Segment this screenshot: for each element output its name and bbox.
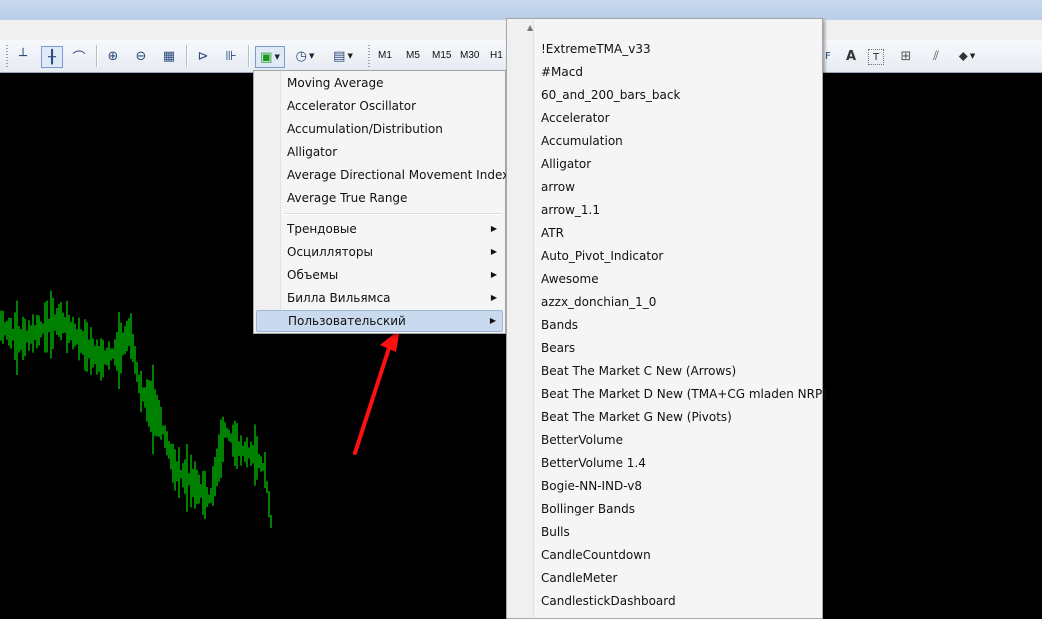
- menu-item-accumulation-distribution[interactable]: Accumulation/Distribution: [256, 118, 503, 140]
- menu-item-moving-average[interactable]: Moving Average: [256, 72, 503, 94]
- submenu-arrow-icon: ▶: [490, 247, 497, 256]
- menu-group-label: Осцилляторы: [287, 245, 373, 259]
- custom-indicator-item[interactable]: Beat The Market G New (Pivots): [509, 406, 820, 429]
- custom-indicator-item[interactable]: Beat The Market C New (Arrows): [509, 360, 820, 383]
- custom-indicator-item[interactable]: Bollinger Bands: [509, 498, 820, 521]
- custom-indicator-item[interactable]: CandleMeter: [509, 567, 820, 590]
- indicators-menu: Moving Average Accelerator Oscillator Ac…: [253, 70, 509, 334]
- submenu-arrow-icon: ▶: [489, 316, 496, 325]
- custom-indicator-item[interactable]: Auto_Pivot_Indicator: [509, 245, 820, 268]
- custom-indicator-item[interactable]: BetterVolume 1.4: [509, 452, 820, 475]
- custom-indicator-item[interactable]: arrow_1.1: [509, 199, 820, 222]
- custom-indicator-item[interactable]: !ExtremeTMA_v33: [509, 38, 820, 61]
- custom-indicator-item[interactable]: Accelerator: [509, 107, 820, 130]
- menu-group-oscillators[interactable]: Осцилляторы ▶: [256, 241, 503, 263]
- menu-item-accelerator-oscillator[interactable]: Accelerator Oscillator: [256, 95, 503, 117]
- custom-indicator-item[interactable]: #Macd: [509, 61, 820, 84]
- submenu-arrow-icon: ▶: [490, 270, 497, 279]
- custom-indicator-item[interactable]: 60_and_200_bars_back: [509, 84, 820, 107]
- custom-indicator-item[interactable]: Awesome: [509, 268, 820, 291]
- submenu-arrow-icon: ▶: [490, 293, 497, 302]
- custom-indicators-menu: ▲ !ExtremeTMA_v33 #Macd 60_and_200_bars_ba…: [506, 18, 827, 619]
- custom-indicator-item[interactable]: BetterVolume: [509, 429, 820, 452]
- custom-indicator-item[interactable]: Alligator: [509, 153, 820, 176]
- custom-indicator-item[interactable]: Bands: [509, 314, 820, 337]
- menu-separator: [284, 213, 502, 215]
- custom-indicator-item[interactable]: Accumulation: [509, 130, 820, 153]
- scroll-up-icon[interactable]: ▲: [507, 19, 822, 35]
- custom-indicator-item[interactable]: ATR: [509, 222, 820, 245]
- menu-group-label: Объемы: [287, 268, 339, 282]
- custom-indicator-item[interactable]: Bears: [509, 337, 820, 360]
- custom-indicator-item[interactable]: Bulls: [509, 521, 820, 544]
- menu-group-custom[interactable]: Пользовательский ▶: [256, 310, 503, 332]
- menu-group-label: Трендовые: [287, 222, 357, 236]
- menu-item-adx[interactable]: Average Directional Movement Index: [256, 164, 509, 186]
- custom-indicator-item[interactable]: Bogie-NN-IND-v8: [509, 475, 820, 498]
- menu-item-atr[interactable]: Average True Range: [256, 187, 503, 209]
- custom-indicator-item[interactable]: arrow: [509, 176, 820, 199]
- menu-group-bill-williams[interactable]: Билла Вильямса ▶: [256, 287, 503, 309]
- menu-group-label: Пользовательский: [288, 314, 406, 328]
- custom-indicator-item[interactable]: Beat The Market D New (TMA+CG mladen NRP…: [509, 383, 827, 406]
- custom-indicator-item[interactable]: azzx_donchian_1_0: [509, 291, 820, 314]
- menu-group-trend[interactable]: Трендовые ▶: [256, 218, 503, 240]
- menu-item-alligator[interactable]: Alligator: [256, 141, 503, 163]
- menu-group-volumes[interactable]: Объемы ▶: [256, 264, 503, 286]
- custom-indicator-item[interactable]: CandlestickDashboard: [509, 590, 820, 613]
- menu-group-label: Билла Вильямса: [287, 291, 391, 305]
- custom-indicator-item[interactable]: CandleCountdown: [509, 544, 820, 567]
- submenu-arrow-icon: ▶: [490, 224, 497, 233]
